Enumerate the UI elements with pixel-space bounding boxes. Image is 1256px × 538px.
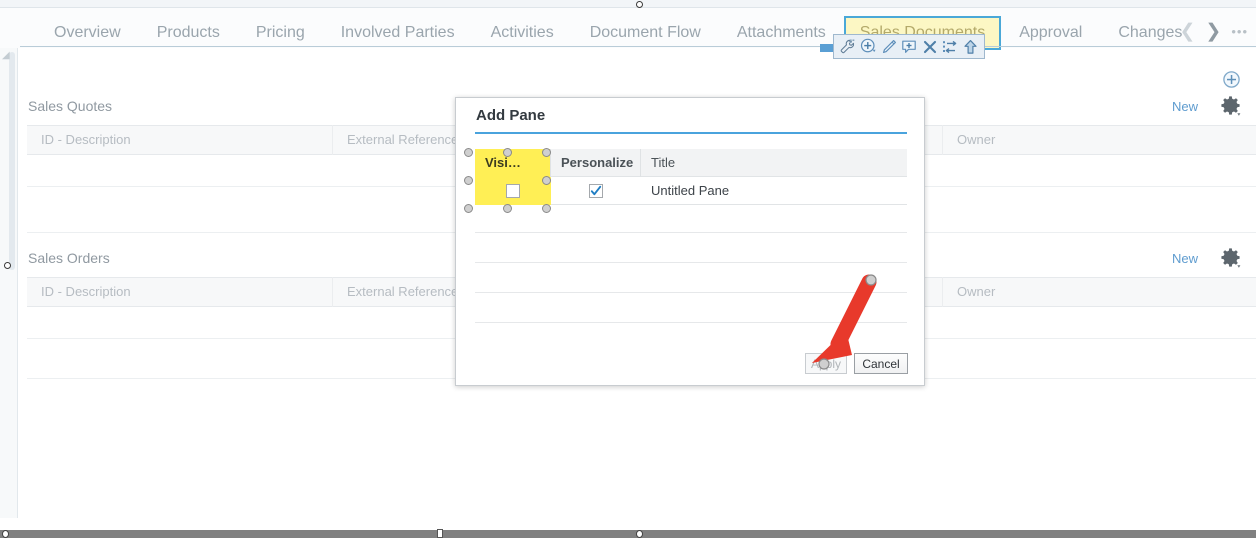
rail-caret-icon: ◢ [2, 50, 10, 61]
dialog-table-header: Visi… Personalize Title [475, 148, 907, 177]
left-rail-scrollbar[interactable] [9, 52, 15, 270]
section-title-sales-orders: Sales Orders [28, 250, 110, 266]
tab-document-flow[interactable]: Document Flow [572, 16, 719, 50]
rearrange-icon[interactable] [942, 39, 958, 55]
wrench-icon[interactable] [840, 39, 855, 54]
chevron-right-icon[interactable]: ❯ [1205, 22, 1221, 41]
column-header-owner[interactable]: Owner [943, 277, 1256, 307]
tab-nav-group: ❮ ❯ ••• [1180, 22, 1249, 41]
dialog-empty-row-line [475, 292, 907, 293]
app-root: Overview Products Pricing Involved Parti… [0, 0, 1256, 538]
selection-handle-bl[interactable] [464, 204, 473, 213]
bottom-handle-mid[interactable] [636, 530, 643, 538]
selection-handle-ml[interactable] [464, 176, 473, 185]
cell-personalize[interactable] [551, 177, 641, 205]
delete-x-icon[interactable] [922, 39, 938, 55]
tab-involved-parties[interactable]: Involved Parties [323, 16, 473, 50]
dialog-title-rule [475, 132, 907, 134]
visible-checkbox[interactable] [506, 183, 520, 198]
new-link-sales-orders[interactable]: New [1172, 251, 1198, 266]
dialog-empty-row-line [475, 322, 907, 323]
bottom-handle-left[interactable] [2, 530, 9, 538]
apply-button[interactable]: Apply [805, 353, 847, 374]
dialog-title: Add Pane [476, 107, 546, 124]
section-title-sales-quotes: Sales Quotes [28, 98, 113, 114]
dialog-empty-row-line [475, 262, 907, 263]
tab-bar-underline [20, 46, 1256, 47]
column-header-owner[interactable]: Owner [943, 125, 1256, 155]
dialog-table-row: Untitled Pane [475, 176, 907, 205]
gear-icon-sales-orders[interactable] [1220, 247, 1241, 273]
tab-approval[interactable]: Approval [1001, 16, 1100, 50]
personalize-checkbox[interactable] [589, 183, 603, 198]
selection-handle-bc[interactable] [503, 204, 512, 213]
window-bottom-bar [0, 530, 1256, 538]
page-handle-top[interactable] [636, 1, 643, 8]
selection-handle-tl[interactable] [464, 148, 473, 157]
cell-title[interactable]: Untitled Pane [641, 177, 907, 205]
pane-mini-toolbar [833, 34, 985, 59]
selection-handle-tr[interactable] [542, 148, 551, 157]
selection-handle-mr[interactable] [542, 176, 551, 185]
tab-bar: Overview Products Pricing Involved Parti… [0, 8, 1256, 50]
selection-handle-br[interactable] [542, 204, 551, 213]
column-header-personalize[interactable]: Personalize [551, 148, 641, 177]
pencil-icon[interactable] [881, 39, 897, 55]
move-up-icon[interactable] [963, 39, 978, 55]
add-note-icon[interactable] [901, 39, 917, 55]
column-header-visible[interactable]: Visi… [475, 148, 551, 177]
selection-handle-tc[interactable] [503, 148, 512, 157]
column-header-id-description[interactable]: ID - Description [27, 125, 333, 155]
cancel-button[interactable]: Cancel [854, 353, 908, 374]
tab-overview[interactable]: Overview [36, 16, 139, 50]
column-header-title[interactable]: Title [641, 149, 907, 177]
gear-icon-sales-quotes[interactable] [1220, 95, 1241, 121]
chevron-left-icon[interactable]: ❮ [1180, 22, 1196, 41]
cell-visible[interactable] [475, 176, 551, 205]
tab-list: Overview Products Pricing Involved Parti… [36, 16, 1200, 50]
column-header-id-description[interactable]: ID - Description [27, 277, 333, 307]
tab-pricing[interactable]: Pricing [238, 16, 323, 50]
bottom-handle-center[interactable] [437, 529, 443, 538]
add-pane-dialog: Add Pane Visi… Personalize Title Untitle… [455, 97, 925, 386]
tab-activities[interactable]: Activities [473, 16, 572, 50]
window-top-edge [0, 0, 1256, 8]
add-circle-icon[interactable] [860, 38, 877, 55]
page-handle-left[interactable] [4, 262, 11, 269]
dialog-empty-row-line [475, 232, 907, 233]
tab-products[interactable]: Products [139, 16, 238, 50]
add-pane-plus-icon[interactable] [1222, 70, 1241, 94]
pane-title-text: Untitled Pane [651, 183, 730, 198]
ellipsis-icon[interactable]: ••• [1231, 24, 1248, 39]
new-link-sales-quotes[interactable]: New [1172, 99, 1198, 114]
